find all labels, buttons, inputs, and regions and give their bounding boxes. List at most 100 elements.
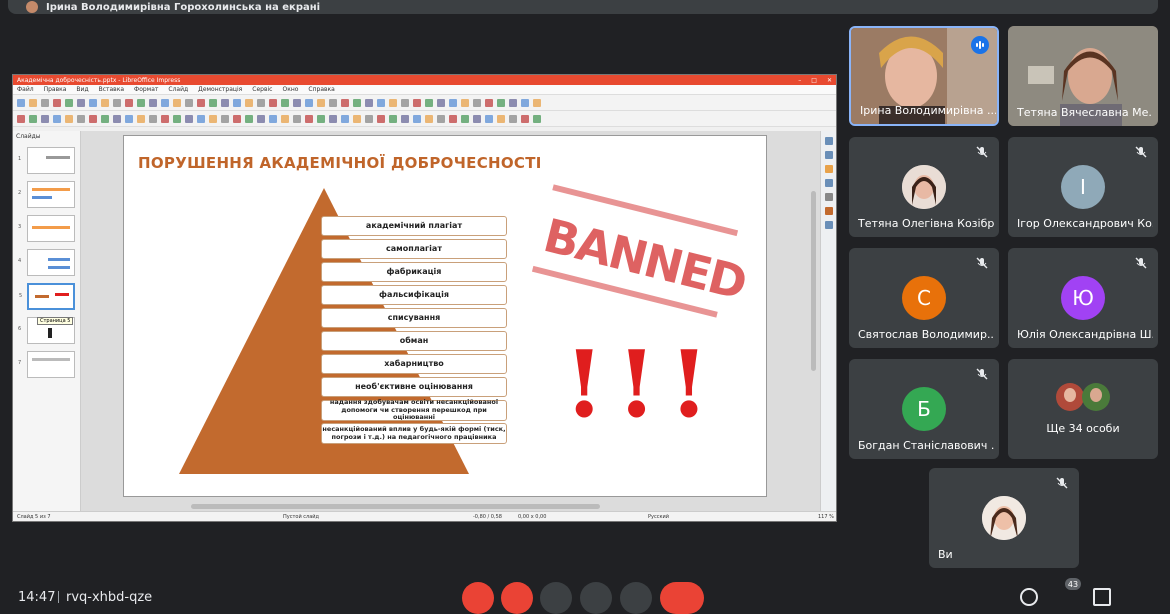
vertical-scrollbar[interactable] <box>811 191 816 371</box>
maximize-icon[interactable]: □ <box>811 77 817 84</box>
toolbar-button[interactable] <box>281 114 289 123</box>
toolbar-button[interactable] <box>305 98 313 107</box>
chat-icon[interactable] <box>1093 588 1111 606</box>
toolbar-button[interactable] <box>101 114 109 123</box>
menu-format[interactable]: Формат <box>134 86 158 93</box>
toolbar-button[interactable] <box>293 114 301 123</box>
toolbar-button[interactable] <box>209 98 217 107</box>
toolbar-button[interactable] <box>329 98 337 107</box>
styles-icon[interactable] <box>824 193 833 201</box>
toolbar-button[interactable] <box>41 98 49 107</box>
participant-tile[interactable]: Тетяна Вячеславна Ме... <box>1008 26 1158 126</box>
toolbar-button[interactable] <box>161 98 169 107</box>
toolbar-button[interactable] <box>149 114 157 123</box>
toolbar-button[interactable] <box>509 98 517 107</box>
toolbar-button[interactable] <box>53 114 61 123</box>
toolbar-button[interactable] <box>269 114 277 123</box>
toolbar-button[interactable] <box>89 98 97 107</box>
slide-canvas[interactable]: ПОРУШЕННЯ АКАДЕМІЧНОЇ ДОБРОЧЕСНОСТІ акад… <box>81 131 820 511</box>
navigator-icon[interactable] <box>824 221 833 229</box>
toolbar-button[interactable] <box>53 98 61 107</box>
menu-slide[interactable]: Слайд <box>168 86 188 93</box>
toolbar-button[interactable] <box>29 114 37 123</box>
toolbar-button[interactable] <box>425 98 433 107</box>
slide-thumbnail-selected[interactable]: 5 <box>19 283 75 310</box>
toolbar-button[interactable] <box>185 114 193 123</box>
toolbar-button[interactable] <box>221 114 229 123</box>
toolbar-button[interactable] <box>197 114 205 123</box>
present-button[interactable] <box>580 582 612 614</box>
toolbar-button[interactable] <box>233 114 241 123</box>
toolbar-button[interactable] <box>113 98 121 107</box>
toolbar-button[interactable] <box>401 114 409 123</box>
participant-tile-self[interactable]: Ви <box>929 468 1079 568</box>
gallery-icon[interactable] <box>824 207 833 215</box>
toolbar-button[interactable] <box>365 98 373 107</box>
toolbar-button[interactable] <box>509 114 517 123</box>
toolbar-button[interactable] <box>257 98 265 107</box>
menu-window[interactable]: Окно <box>282 86 298 93</box>
toolbar-button[interactable] <box>233 98 241 107</box>
toolbar-button[interactable] <box>17 98 25 107</box>
toolbar-button[interactable] <box>473 98 481 107</box>
more-options-button[interactable] <box>620 582 652 614</box>
toolbar-button[interactable] <box>185 98 193 107</box>
toolbar-button[interactable] <box>65 98 73 107</box>
toolbar-button[interactable] <box>305 114 313 123</box>
toolbar-button[interactable] <box>377 114 385 123</box>
raise-hand-button[interactable] <box>540 582 572 614</box>
info-icon[interactable] <box>1020 588 1038 606</box>
toolbar-button[interactable] <box>125 98 133 107</box>
toolbar-button[interactable] <box>365 114 373 123</box>
slide-thumbnail[interactable]: 4 <box>18 249 75 276</box>
toolbar-button[interactable] <box>449 98 457 107</box>
toolbar-button[interactable] <box>401 98 409 107</box>
menu-help[interactable]: Справка <box>308 86 334 93</box>
toolbar-button[interactable] <box>425 114 433 123</box>
toolbar-button[interactable] <box>521 114 529 123</box>
participant-tile[interactable]: Тетяна Олегівна Козібр... <box>849 137 999 237</box>
toolbar-button[interactable] <box>161 114 169 123</box>
toolbar-button[interactable] <box>101 98 109 107</box>
toolbar-button[interactable] <box>533 114 541 123</box>
toolbar-button[interactable] <box>533 98 541 107</box>
toolbar-button[interactable] <box>485 98 493 107</box>
toolbar-button[interactable] <box>497 114 505 123</box>
close-icon[interactable]: ✕ <box>827 77 832 84</box>
slide-thumbnail[interactable]: 1 <box>18 147 75 174</box>
toolbar-button[interactable] <box>221 98 229 107</box>
toolbar-button[interactable] <box>473 114 481 123</box>
toolbar-button[interactable] <box>377 98 385 107</box>
toolbar-button[interactable] <box>65 114 73 123</box>
toolbar-button[interactable] <box>173 98 181 107</box>
toolbar-button[interactable] <box>317 98 325 107</box>
horizontal-scrollbar[interactable] <box>191 504 600 509</box>
toolbar-button[interactable] <box>77 98 85 107</box>
mic-toggle-button[interactable] <box>462 582 494 614</box>
toolbar-button[interactable] <box>413 114 421 123</box>
toolbar-button[interactable] <box>137 114 145 123</box>
menu-tools[interactable]: Сервіс <box>252 86 272 93</box>
menu-view[interactable]: Вид <box>76 86 88 93</box>
toolbar-button[interactable] <box>173 114 181 123</box>
toolbar-button[interactable] <box>77 114 85 123</box>
menu-file[interactable]: Файл <box>17 86 34 93</box>
activities-icon[interactable] <box>1128 588 1146 606</box>
toolbar-button[interactable] <box>389 98 397 107</box>
toolbar-button[interactable] <box>41 114 49 123</box>
slide-transition-icon[interactable] <box>824 151 833 159</box>
toolbar-button[interactable] <box>29 98 37 107</box>
camera-toggle-button[interactable] <box>501 582 533 614</box>
properties-icon[interactable] <box>824 137 833 145</box>
slide-thumbnail[interactable]: 2 <box>18 181 75 208</box>
participant-tile[interactable]: Б Богдан Станіславович ... <box>849 359 999 459</box>
toolbar-button[interactable] <box>269 98 277 107</box>
toolbar-button[interactable] <box>461 98 469 107</box>
toolbar-button[interactable] <box>257 114 265 123</box>
toolbar-button[interactable] <box>437 114 445 123</box>
toolbar-button[interactable] <box>245 98 253 107</box>
toolbar-button[interactable] <box>149 98 157 107</box>
toolbar-button[interactable] <box>341 114 349 123</box>
toolbar-button[interactable] <box>497 98 505 107</box>
toolbar-button[interactable] <box>485 114 493 123</box>
